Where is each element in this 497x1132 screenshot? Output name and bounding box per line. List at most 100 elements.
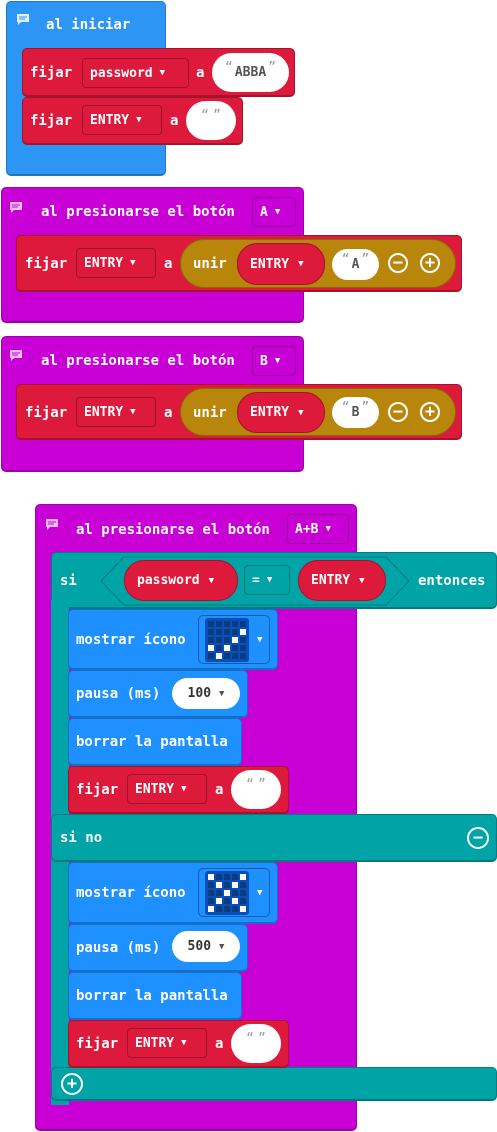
if-else-footer[interactable] — [51, 1067, 497, 1101]
to-label: a — [215, 1036, 224, 1052]
icon-picker[interactable]: ▼ — [198, 868, 270, 917]
variable-dropdown[interactable]: ENTRY ▼ — [127, 774, 207, 804]
led-pixel — [216, 628, 222, 635]
text-value: B — [351, 405, 360, 420]
join-text-field[interactable]: “B” — [332, 397, 379, 428]
comment-icon[interactable] — [9, 201, 23, 213]
led-pixel — [224, 652, 230, 659]
led-pixel — [208, 905, 214, 912]
button-name: B — [260, 353, 268, 369]
led-pixel — [208, 897, 214, 904]
add-item-icon[interactable]: + — [420, 253, 440, 273]
variable-dropdown[interactable]: ENTRY ▼ — [76, 397, 156, 427]
pause-label: pausa (ms) — [76, 940, 161, 956]
pause-value-dropdown[interactable]: 500 ▼ — [172, 931, 240, 962]
remove-item-icon[interactable]: − — [388, 253, 408, 273]
variable-name: ENTRY — [90, 112, 130, 128]
add-item-icon[interactable]: + — [420, 402, 440, 422]
led-pixel — [232, 628, 238, 635]
button-name: A+B — [295, 521, 319, 537]
text-value-field[interactable]: “” — [186, 101, 236, 140]
led-pixel — [240, 873, 246, 880]
led-pixel — [208, 652, 214, 659]
chevron-down-icon: ▼ — [219, 941, 225, 952]
variable-dropdown[interactable]: password ▼ — [82, 58, 189, 88]
variable-name: ENTRY — [311, 573, 351, 588]
led-pixel — [232, 897, 238, 904]
led-pixel — [240, 620, 246, 627]
led-pixel — [216, 889, 222, 896]
variable-dropdown[interactable]: ENTRY ▼ — [82, 105, 162, 135]
join-variable-pill[interactable]: ENTRY ▼ — [237, 243, 325, 285]
quote-icon: ” — [258, 1031, 266, 1046]
quote-icon: ” — [213, 108, 221, 123]
text-value-field[interactable]: “ABBA” — [212, 53, 289, 92]
led-pixel — [232, 873, 238, 880]
remove-else-icon[interactable]: − — [467, 827, 489, 849]
led-pixel — [224, 905, 230, 912]
button-dropdown[interactable]: B ▼ — [252, 346, 296, 376]
no-icon — [205, 870, 249, 915]
comment-icon[interactable] — [9, 349, 23, 361]
join-label: unir — [193, 256, 227, 272]
chevron-down-icon: ▼ — [159, 68, 166, 78]
chevron-down-icon: ▼ — [266, 575, 273, 585]
variable-dropdown[interactable]: ENTRY ▼ — [76, 248, 156, 278]
led-pixel — [224, 644, 230, 651]
variable-name: ENTRY — [84, 255, 124, 271]
led-pixel — [232, 620, 238, 627]
led-pixel — [224, 873, 230, 880]
text-value-field[interactable]: “” — [231, 1024, 281, 1063]
quote-icon: ” — [361, 400, 370, 415]
led-pixel — [232, 644, 238, 651]
comment-icon[interactable] — [45, 518, 59, 530]
led-pixel — [208, 620, 214, 627]
to-label: a — [170, 113, 179, 129]
set-label: fijar — [76, 1036, 119, 1052]
quote-icon: ” — [258, 777, 266, 792]
chevron-down-icon: ▼ — [257, 887, 263, 898]
to-label: a — [215, 782, 224, 798]
set-label: fijar — [76, 782, 119, 798]
icon-picker[interactable]: ▼ — [198, 615, 270, 664]
quote-icon: “ — [246, 777, 254, 792]
add-else-if-icon[interactable]: + — [61, 1073, 83, 1095]
chevron-down-icon: ▼ — [130, 407, 136, 417]
set-label: fijar — [25, 405, 68, 421]
led-pixel — [224, 897, 230, 904]
pause-value-dropdown[interactable]: 100 ▼ — [172, 678, 240, 709]
chevron-down-icon: ▼ — [130, 258, 136, 268]
chevron-down-icon: ▼ — [298, 407, 304, 418]
led-pixel — [232, 636, 238, 643]
operator-dropdown[interactable]: = ▼ — [244, 565, 290, 595]
chevron-down-icon: ▼ — [257, 634, 263, 645]
event-title: al presionarse el botón — [41, 353, 235, 369]
text-value-field[interactable]: “” — [231, 770, 281, 809]
button-dropdown[interactable]: A+B ▼ — [287, 514, 349, 544]
right-variable-pill[interactable]: ENTRY ▼ — [298, 560, 386, 601]
led-pixel — [208, 889, 214, 896]
show-icon-label: mostrar ícono — [76, 885, 186, 901]
remove-item-icon[interactable]: − — [388, 402, 408, 422]
led-pixel — [240, 652, 246, 659]
to-label: a — [164, 256, 173, 272]
chevron-down-icon: ▼ — [181, 784, 187, 794]
led-pixel — [208, 873, 214, 880]
else-label: si no — [60, 830, 103, 846]
left-variable-pill[interactable]: password ▼ — [124, 560, 238, 601]
join-variable-pill[interactable]: ENTRY ▼ — [237, 392, 325, 433]
led-pixel — [216, 644, 222, 651]
led-pixel — [216, 905, 222, 912]
text-value: ABBA — [234, 65, 267, 80]
to-label: a — [164, 405, 173, 421]
led-pixel — [216, 881, 222, 888]
event-title: al presionarse el botón — [76, 522, 270, 538]
variable-name: ENTRY — [135, 781, 175, 797]
led-pixel — [224, 628, 230, 635]
button-dropdown[interactable]: A ▼ — [252, 197, 296, 227]
else-row[interactable] — [51, 814, 497, 862]
chevron-down-icon: ▼ — [274, 356, 281, 366]
variable-dropdown[interactable]: ENTRY ▼ — [127, 1028, 207, 1058]
join-text-field[interactable]: “A” — [332, 249, 379, 280]
comment-icon[interactable] — [16, 13, 30, 25]
